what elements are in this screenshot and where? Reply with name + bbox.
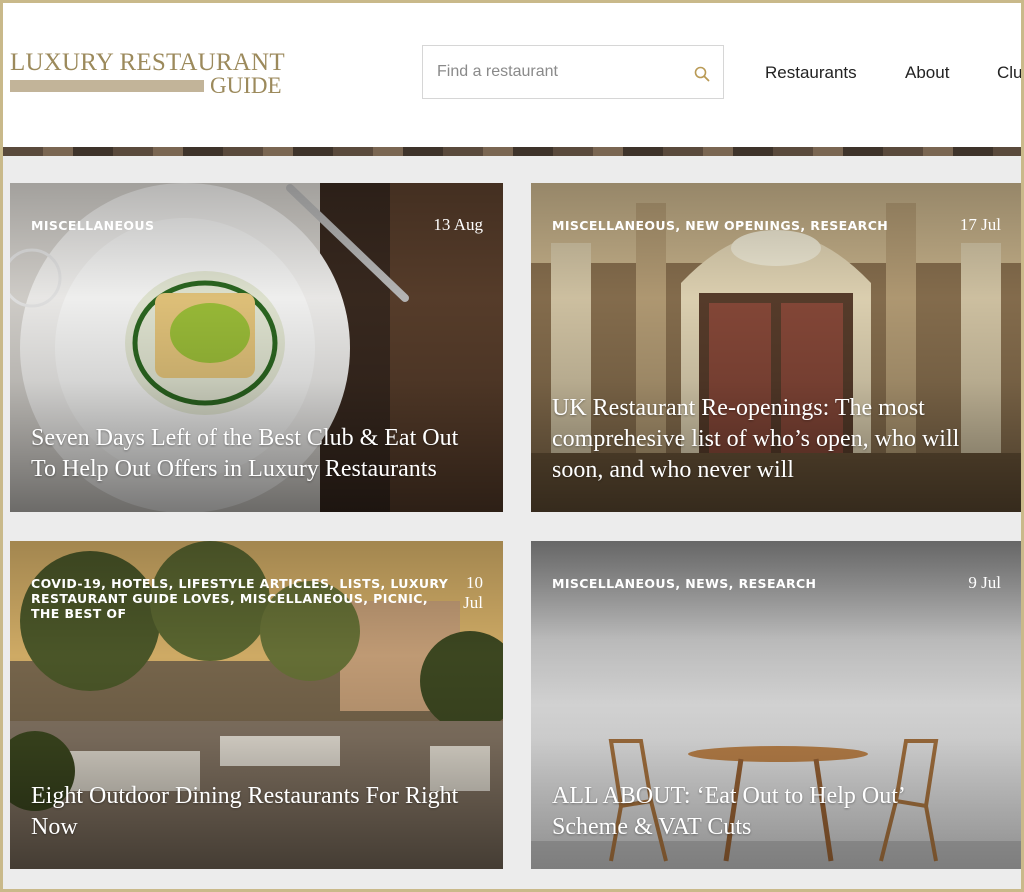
nav-clubs[interactable]: Clu — [997, 63, 1021, 83]
site-logo[interactable]: LUXURY RESTAURANT GUIDE — [10, 49, 290, 101]
article-title[interactable]: Eight Outdoor Dining Restaurants For Rig… — [31, 781, 481, 843]
hero-image-strip — [3, 147, 1021, 156]
nav-about[interactable]: About — [905, 63, 949, 83]
article-categories[interactable]: MISCELLANEOUS, NEWS, RESEARCH — [552, 576, 972, 591]
article-card[interactable]: MISCELLANEOUS, NEWS, RESEARCH 9 Jul ALL … — [531, 541, 1021, 869]
article-date: 13 Aug — [433, 215, 483, 234]
article-date: 10 Jul — [463, 573, 483, 612]
article-categories[interactable]: COVID-19, HOTELS, LIFESTYLE ARTICLES, LI… — [31, 576, 451, 621]
article-categories[interactable]: MISCELLANEOUS — [31, 218, 451, 233]
article-card[interactable]: COVID-19, HOTELS, LIFESTYLE ARTICLES, LI… — [10, 541, 503, 869]
article-title[interactable]: Seven Days Left of the Best Club & Eat O… — [31, 423, 481, 485]
article-title[interactable]: UK Restaurant Re-openings: The most comp… — [552, 393, 992, 486]
article-categories[interactable]: MISCELLANEOUS, NEW OPENINGS, RESEARCH — [552, 218, 972, 233]
search-icon[interactable] — [693, 65, 711, 83]
logo-line-2: GUIDE — [210, 73, 282, 98]
nav-restaurants[interactable]: Restaurants — [765, 63, 857, 83]
article-date: 9 Jul — [968, 573, 1001, 592]
search-input[interactable] — [437, 60, 677, 84]
article-date: 17 Jul — [959, 215, 1001, 234]
site-header: LUXURY RESTAURANT GUIDE Restaurants Abou… — [3, 3, 1021, 149]
article-title[interactable]: ALL ABOUT: ‘Eat Out to Help Out’ Scheme … — [552, 781, 972, 843]
logo-bar — [10, 80, 204, 92]
article-card[interactable]: MISCELLANEOUS 13 Aug Seven Days Left of … — [10, 183, 503, 512]
search-box — [422, 45, 724, 99]
article-card[interactable]: MISCELLANEOUS, NEW OPENINGS, RESEARCH 17… — [531, 183, 1021, 512]
